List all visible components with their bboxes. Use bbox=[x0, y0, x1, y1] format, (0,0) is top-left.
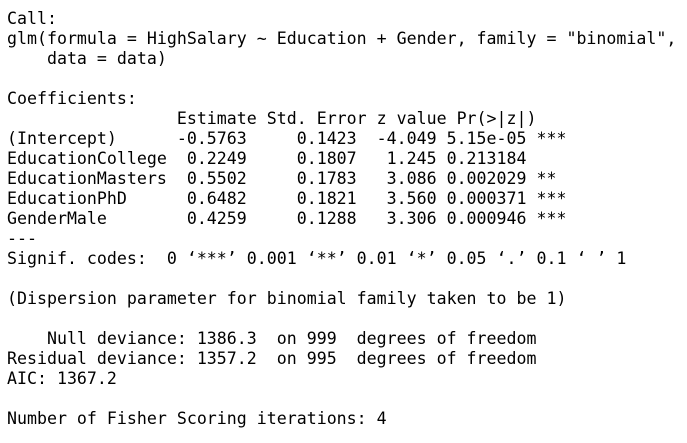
coef-row-intercept: (Intercept) -0.5763 0.1423 -4.049 5.15e-… bbox=[7, 129, 567, 148]
coef-row-education-phd: EducationPhD 0.6482 0.1821 3.560 0.00037… bbox=[7, 189, 567, 208]
coef-row-education-college: EducationCollege 0.2249 0.1807 1.245 0.2… bbox=[7, 149, 567, 168]
coef-row-education-masters: EducationMasters 0.5502 0.1783 3.086 0.0… bbox=[7, 169, 567, 188]
dispersion-line: (Dispersion parameter for binomial famil… bbox=[7, 289, 567, 308]
separator-line: --- bbox=[7, 229, 37, 248]
call-formula-line: glm(formula = HighSalary ~ Education + G… bbox=[7, 29, 677, 48]
coefficients-column-headers: Estimate Std. Error z value Pr(>|z|) bbox=[7, 109, 577, 128]
signif-codes-line: Signif. codes: 0 ‘***’ 0.001 ‘**’ 0.01 ‘… bbox=[7, 249, 627, 268]
coefficients-header: Coefficients: bbox=[7, 89, 137, 108]
coef-row-gender-male: GenderMale 0.4259 0.1288 3.306 0.000946 … bbox=[7, 209, 567, 228]
fisher-iterations-line: Number of Fisher Scoring iterations: 4 bbox=[7, 409, 387, 428]
aic-line: AIC: 1367.2 bbox=[7, 369, 117, 388]
r-console-output: Call: glm(formula = HighSalary ~ Educati… bbox=[0, 0, 687, 443]
null-deviance-line: Null deviance: 1386.3 on 999 degrees of … bbox=[7, 329, 537, 348]
residual-deviance-line: Residual deviance: 1357.2 on 995 degrees… bbox=[7, 349, 537, 368]
call-header: Call: bbox=[7, 9, 57, 28]
call-data-line: data = data) bbox=[7, 49, 167, 68]
